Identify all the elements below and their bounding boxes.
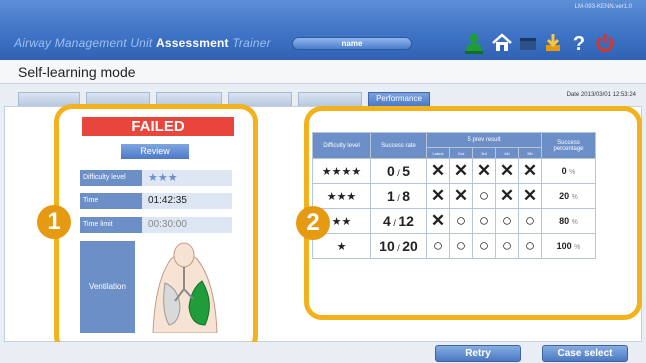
callout-badge-2: 2 [296,206,330,240]
case-select-button[interactable]: Case select [542,345,628,362]
app-title: Airway Management Unit Assessment Traine… [14,36,271,50]
tab-performance[interactable]: Performance [368,92,430,106]
mode-bar: Self-learning mode [0,60,646,84]
callout-badge-1: 1 [37,205,71,239]
callout-ring-2 [304,106,642,320]
callout-ring-1 [54,104,258,354]
user-name-field[interactable]: name [292,37,412,50]
power-icon[interactable] [594,32,616,54]
datetime-label: Date 2013/03/01 12:53:24 [566,92,636,98]
retry-button[interactable]: Retry [435,345,521,362]
svg-text:?: ? [573,33,585,54]
mode-title: Self-learning mode [18,64,136,80]
person-icon[interactable] [463,32,485,54]
book-icon[interactable] [517,32,539,54]
help-icon[interactable]: ? [568,32,590,54]
home-icon[interactable] [491,32,513,54]
model-label: LM-093-KENN.ver1.0 [574,4,632,10]
download-icon[interactable] [542,32,564,54]
tab-5[interactable] [298,92,362,106]
top-bar: LM-093-KENN.ver1.0 Airway Management Uni… [0,0,646,60]
